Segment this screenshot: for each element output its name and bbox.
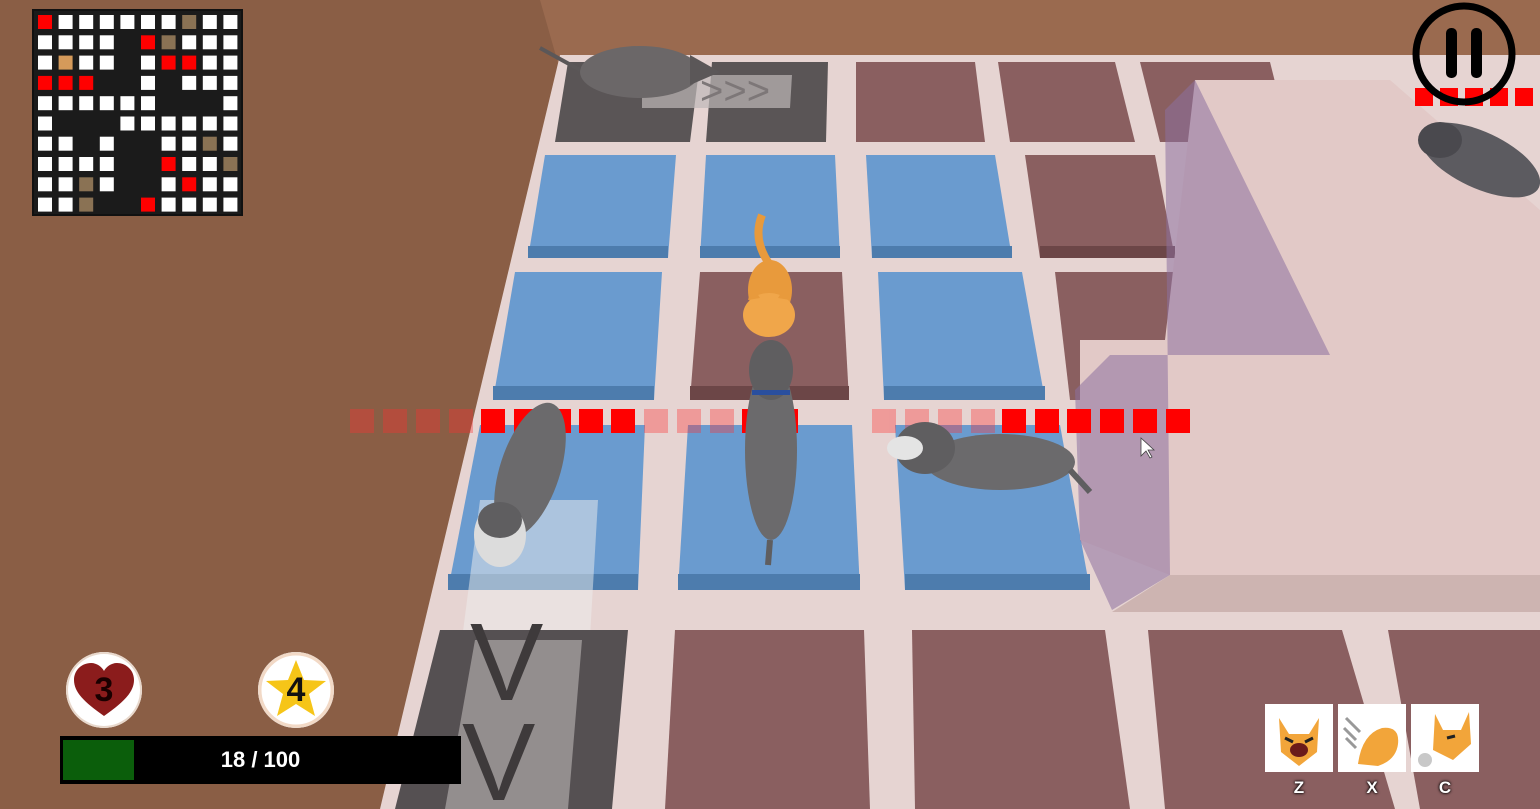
minimap-cell	[141, 197, 155, 212]
minimap-cell	[58, 157, 73, 171]
minimap-cell	[202, 136, 217, 151]
minimap-cell	[202, 157, 217, 171]
minimap-cell	[141, 75, 155, 90]
minimap-cell	[223, 35, 238, 50]
minimap-cell	[58, 136, 73, 151]
minimap-cell	[202, 177, 217, 192]
pause-icon	[1412, 2, 1516, 106]
minimap-cell	[161, 116, 176, 131]
minimap-cell	[223, 75, 238, 90]
minimap-cell	[99, 157, 114, 171]
cat-spit-icon	[1418, 712, 1471, 767]
minimap-cell	[79, 96, 94, 111]
minimap-cell	[141, 96, 155, 111]
minimap-cell	[79, 177, 94, 192]
minimap-cell	[182, 136, 197, 151]
svg-text:V: V	[462, 701, 535, 809]
minimap-cell	[161, 15, 176, 29]
minimap-cell	[79, 15, 94, 29]
minimap-cell	[38, 96, 52, 111]
stars-count: 4	[286, 671, 306, 709]
minimap-cell	[120, 96, 135, 111]
minimap-cell	[38, 177, 52, 192]
minimap-cell	[202, 197, 217, 212]
skill-scratch-button[interactable]	[1338, 704, 1406, 772]
minimap-cell	[58, 75, 73, 90]
minimap-cell	[79, 75, 94, 90]
minimap-cell	[223, 15, 238, 29]
minimap-cell	[99, 136, 114, 151]
minimap-cell	[58, 55, 73, 70]
minimap-cell	[38, 15, 52, 29]
minimap-cell	[38, 35, 52, 50]
progress-label: 18 / 100	[220, 747, 301, 772]
skill-key-z: Z	[1293, 778, 1305, 797]
minimap-cell	[182, 35, 197, 50]
minimap-cell	[161, 157, 176, 171]
lives-counter: 3	[66, 652, 142, 728]
minimap-cell	[99, 15, 114, 29]
minimap-cell	[141, 116, 155, 131]
minimap-cell	[120, 15, 135, 29]
minimap-cell	[223, 96, 238, 111]
minimap-cell	[38, 75, 52, 90]
minimap-cell	[202, 15, 217, 29]
skill-key-c: C	[1438, 778, 1452, 797]
minimap-cell	[182, 55, 197, 70]
minimap-cell	[79, 197, 94, 212]
minimap-cell	[161, 177, 176, 192]
minimap-cell	[58, 15, 73, 29]
minimap-cell	[202, 55, 217, 70]
minimap-cell	[79, 157, 94, 171]
minimap-cell	[141, 55, 155, 70]
skill-hiss-button[interactable]	[1265, 704, 1333, 772]
cat-scratch-icon	[1342, 716, 1399, 766]
minimap-cell	[182, 75, 197, 90]
lives-count: 3	[94, 671, 114, 709]
minimap-cell	[223, 55, 238, 70]
minimap-cell	[38, 197, 52, 212]
minimap-cell	[58, 35, 73, 50]
minimap-cell	[161, 35, 176, 50]
skill-key-x: X	[1366, 778, 1378, 797]
minimap-cell	[99, 35, 114, 50]
skill-spit-button[interactable]	[1411, 704, 1479, 772]
minimap-cell	[161, 55, 176, 70]
minimap-cell	[99, 96, 114, 111]
minimap-cell	[182, 177, 197, 192]
minimap-cell	[202, 75, 217, 90]
minimap-cell	[161, 197, 176, 212]
minimap-cell	[161, 136, 176, 151]
minimap-cell	[182, 157, 197, 171]
minimap-cell	[182, 116, 197, 131]
minimap-cell	[223, 197, 238, 212]
minimap-cell	[223, 136, 238, 151]
minimap-cell	[99, 55, 114, 70]
minimap-cell	[182, 15, 197, 29]
pause-button[interactable]	[1412, 2, 1516, 106]
minimap-cell	[38, 157, 52, 171]
minimap-cell	[38, 116, 52, 131]
minimap-cell	[223, 177, 238, 192]
minimap-cell	[58, 197, 73, 212]
minimap-cell	[202, 35, 217, 50]
cat-hiss-icon	[1279, 718, 1319, 766]
minimap-cell	[141, 15, 155, 29]
minimap-cell	[79, 55, 94, 70]
minimap-cell	[223, 116, 238, 131]
minimap-cell	[202, 116, 217, 131]
minimap-cell	[182, 197, 197, 212]
minimap-cell	[141, 35, 155, 50]
minimap-cell	[38, 55, 52, 70]
minimap-cell	[58, 96, 73, 111]
minimap-cell	[58, 177, 73, 192]
minimap-cell	[99, 177, 114, 192]
minimap-cell	[120, 116, 135, 131]
minimap-cell	[38, 136, 52, 151]
minimap-cell	[223, 157, 238, 171]
minimap	[32, 9, 243, 216]
minimap-cell	[79, 35, 94, 50]
stars-counter: 4	[258, 652, 334, 728]
progress-bar: 18 / 100	[60, 736, 461, 784]
